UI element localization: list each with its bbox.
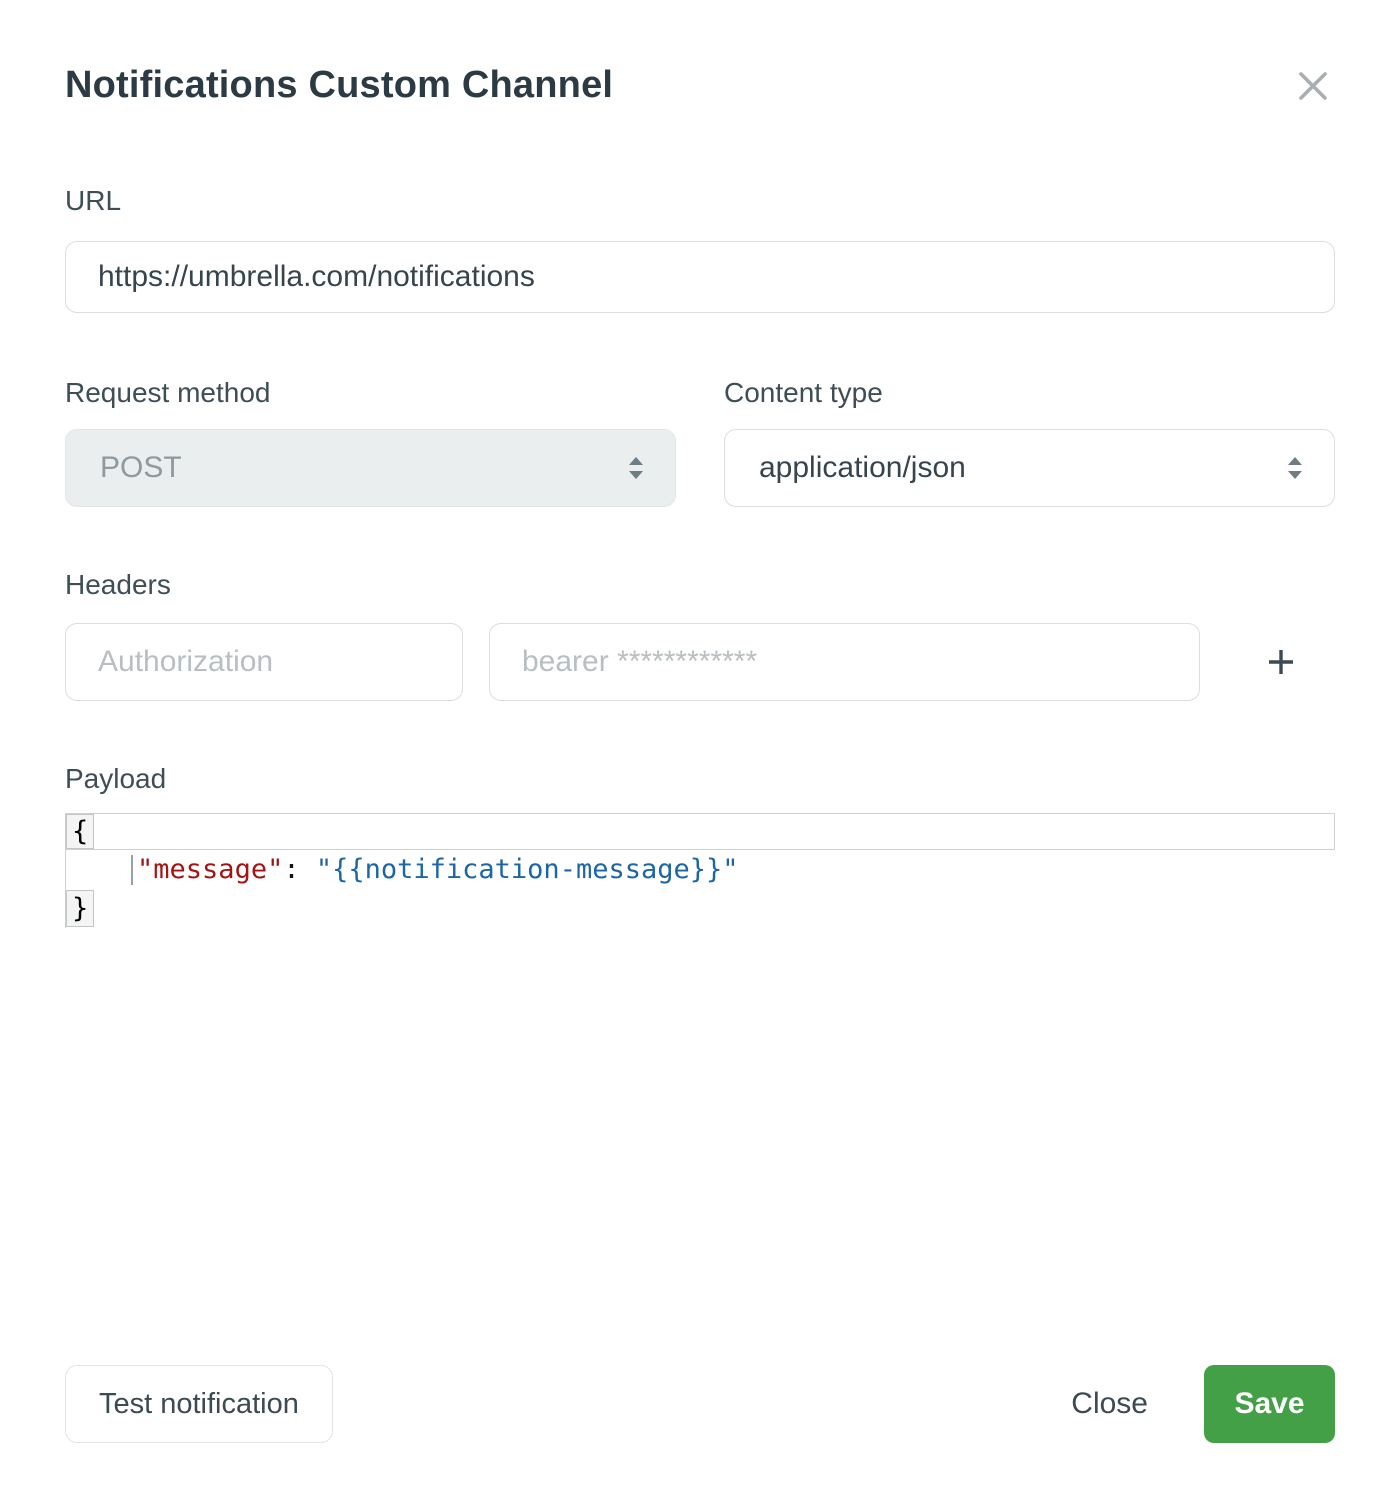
url-input[interactable] — [65, 241, 1335, 313]
select-updown-icon — [627, 455, 645, 481]
request-method-value: POST — [100, 451, 182, 485]
close-brace-highlight: } — [66, 890, 94, 927]
header-name-input[interactable] — [65, 623, 463, 701]
content-type-label: Content type — [724, 377, 1335, 409]
content-type-select[interactable]: application/json — [724, 429, 1335, 507]
content-type-value: application/json — [759, 451, 966, 485]
select-updown-icon — [1286, 455, 1304, 481]
plus-icon — [1266, 647, 1296, 677]
json-separator: : — [283, 854, 316, 885]
payload-label: Payload — [65, 763, 1335, 795]
notifications-custom-channel-dialog: Notifications Custom Channel URL Request… — [0, 0, 1400, 1508]
request-method-select[interactable]: POST — [65, 429, 676, 507]
dialog-title: Notifications Custom Channel — [65, 64, 613, 107]
json-value: "{{notification-message}}" — [316, 854, 739, 885]
dialog-header: Notifications Custom Channel — [65, 64, 1335, 107]
url-label: URL — [65, 185, 1335, 217]
open-brace-highlight: { — [66, 814, 94, 849]
payload-line-1: { — [65, 813, 1335, 850]
code-indent — [66, 854, 131, 885]
payload-line-3: } — [65, 889, 1335, 928]
method-content-row: Request method POST Content type applica… — [65, 377, 1335, 507]
close-icon[interactable] — [1293, 66, 1333, 106]
payload-line-2: "message": "{{notification-message}}" — [65, 850, 1335, 889]
request-method-label: Request method — [65, 377, 676, 409]
test-notification-button[interactable]: Test notification — [65, 1365, 333, 1443]
close-button[interactable]: Close — [1071, 1387, 1148, 1421]
headers-row — [65, 623, 1335, 701]
headers-label: Headers — [65, 569, 1335, 601]
json-property: "message" — [137, 854, 283, 885]
payload-editor[interactable]: { "message": "{{notification-message}}" … — [65, 813, 1335, 928]
add-header-button[interactable] — [1260, 641, 1302, 683]
header-value-input[interactable] — [489, 623, 1200, 701]
save-button[interactable]: Save — [1204, 1365, 1335, 1443]
text-cursor — [131, 855, 133, 885]
dialog-footer: Test notification Close Save — [65, 1365, 1335, 1443]
